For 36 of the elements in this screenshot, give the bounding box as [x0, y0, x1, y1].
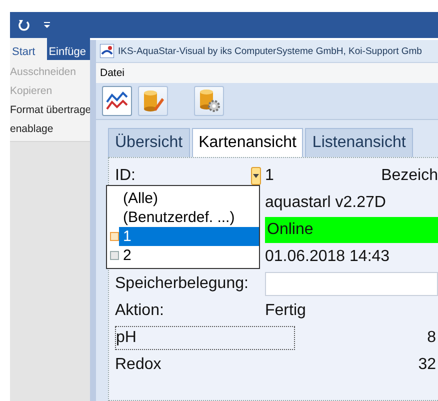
ribbon-tab[interactable]: Einfüge — [46, 38, 90, 60]
status-indicator: Online — [265, 216, 438, 242]
caret-icon — [253, 174, 259, 178]
measurement-value: 32 — [418, 356, 437, 374]
undo-icon[interactable] — [18, 19, 30, 31]
measurement-label[interactable]: Redox — [115, 352, 295, 376]
dropdown-option[interactable]: 1 — [119, 227, 259, 246]
menu-item[interactable]: Datei — [100, 67, 125, 79]
checkbox-icon — [110, 251, 119, 260]
tab[interactable]: Kartenansicht — [192, 128, 304, 157]
tab[interactable]: Listenansicht — [305, 128, 413, 157]
field-label: Aktion: — [115, 302, 165, 320]
database-settings-button[interactable] — [194, 86, 224, 116]
field-value: Fertig — [265, 302, 306, 320]
database-edit-button[interactable] — [138, 86, 168, 116]
window-title: IKS-AquaStar-Visual by iks ComputerSysteme GmbH, Koi-Support Gmb — [118, 46, 422, 56]
field-value: 01.06.2018 14:43 — [265, 248, 390, 266]
dropdown-option[interactable]: 2 — [119, 246, 259, 265]
customize-icon[interactable] — [44, 22, 50, 28]
tab[interactable]: Übersicht — [108, 128, 190, 157]
field-label: Speicherbelegung: — [115, 274, 250, 292]
dropdown-option[interactable]: (Alle) — [107, 189, 259, 208]
checkbox-icon — [110, 232, 119, 241]
measurement-label[interactable]: pH — [115, 326, 295, 350]
dropdown-button[interactable] — [251, 166, 261, 184]
dropdown-option[interactable]: (Benutzerdef. ...) — [107, 208, 259, 227]
field-label: ID: — [115, 166, 136, 184]
field-label: Bezeich — [381, 166, 438, 184]
group-label: enablage — [10, 123, 54, 135]
field-value: 1 — [265, 166, 274, 184]
ribbon-tab[interactable]: Start — [10, 38, 47, 60]
field-value: aquastarl v2.27D — [265, 194, 386, 212]
app-icon — [100, 44, 114, 58]
measurement-value: 8 — [427, 328, 437, 346]
ribbon-command[interactable]: Format übertrage — [10, 104, 90, 116]
chart-button[interactable] — [102, 86, 132, 116]
